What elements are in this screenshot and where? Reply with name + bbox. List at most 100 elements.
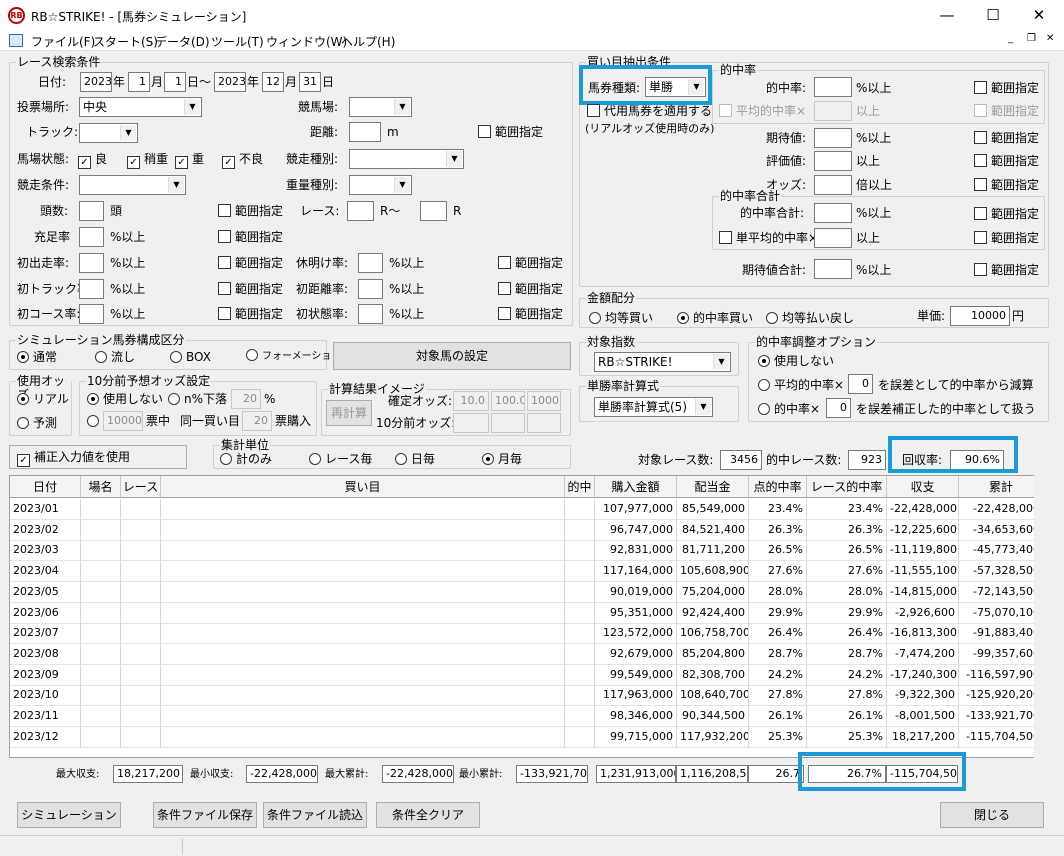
table-cell[interactable]: 26.3% <box>749 519 807 541</box>
fill-rate-field[interactable] <box>79 227 104 247</box>
table-cell[interactable]: 108,640,700 <box>677 685 749 707</box>
table-cell-empty[interactable] <box>121 602 161 624</box>
table-cell-empty[interactable] <box>161 561 565 583</box>
table-cell[interactable]: 117,164,000 <box>595 561 677 583</box>
table-cell-empty[interactable] <box>161 623 565 645</box>
single-avg-checkbox[interactable]: 単平均的中率× <box>719 230 818 246</box>
menu-help[interactable]: ヘルプ(H) <box>341 33 395 50</box>
table-cell[interactable]: 28.7% <box>749 643 807 665</box>
start-year-field[interactable]: 2023 <box>80 72 112 92</box>
table-cell-empty[interactable] <box>565 664 595 686</box>
table-cell[interactable]: -115,704,500 <box>959 727 1042 748</box>
table-cell[interactable]: -99,357,600 <box>959 644 1042 665</box>
table-cell[interactable]: 85,549,000 <box>677 499 749 520</box>
table-cell[interactable]: 29.9% <box>807 602 887 624</box>
table-cell[interactable]: 24.2% <box>749 664 807 686</box>
race-cond-select[interactable]: ▼ <box>79 175 186 195</box>
table-row-date[interactable]: 2023/12 <box>10 726 81 748</box>
odds10-n-field[interactable]: 20 <box>231 389 261 409</box>
table-cell[interactable]: -125,920,200 <box>959 685 1042 707</box>
rest-range-checkbox[interactable]: 範囲指定 <box>498 255 563 271</box>
table-cell[interactable]: 27.6% <box>749 561 807 583</box>
table-cell[interactable]: 90,344,500 <box>677 706 749 727</box>
table-cell[interactable]: 90,019,000 <box>595 581 677 603</box>
table-cell[interactable]: -116,597,900 <box>959 665 1042 686</box>
table-cell-empty[interactable] <box>81 540 121 562</box>
table-cell-empty[interactable] <box>565 519 595 541</box>
table-cell-empty[interactable] <box>121 499 161 520</box>
table-cell-empty[interactable] <box>161 540 565 562</box>
table-scrollbar[interactable] <box>1034 475 1050 758</box>
venue-select[interactable]: 中央 ▼ <box>79 97 202 117</box>
mdi-minimize-icon[interactable]: _ <box>1008 33 1013 44</box>
table-cell-empty[interactable] <box>565 726 595 748</box>
col-point-hit[interactable]: 点的中率 <box>749 476 807 498</box>
table-cell-empty[interactable] <box>121 685 161 707</box>
adjust-avg-radio[interactable]: 平均的中率× <box>758 377 844 393</box>
agg-month-radio[interactable]: 月毎 <box>482 451 522 467</box>
col-picks[interactable]: 買い目 <box>161 476 565 498</box>
table-cell[interactable]: 75,204,000 <box>677 581 749 603</box>
table-cell[interactable]: 92,424,400 <box>677 602 749 624</box>
table-cell[interactable]: -57,328,500 <box>959 561 1042 583</box>
table-cell[interactable]: -133,921,700 <box>959 706 1042 727</box>
table-cell[interactable]: -2,926,600 <box>887 602 959 624</box>
avg-hit-field[interactable] <box>814 101 852 121</box>
hit-sum-range-checkbox[interactable]: 範囲指定 <box>974 206 1039 222</box>
col-venue[interactable]: 場名 <box>81 476 121 498</box>
table-cell-empty[interactable] <box>565 602 595 624</box>
table-row-date[interactable]: 2023/10 <box>10 685 81 707</box>
table-cell[interactable]: -11,119,800 <box>887 540 959 562</box>
table-cell-empty[interactable] <box>161 664 565 686</box>
odds-range-checkbox[interactable]: 範囲指定 <box>974 177 1039 193</box>
table-cell[interactable]: 26.1% <box>807 706 887 727</box>
table-cell-empty[interactable] <box>565 643 595 665</box>
cond-heavy-checkbox[interactable]: ✓ 重 <box>175 151 204 169</box>
table-cell-empty[interactable] <box>565 581 595 603</box>
table-cell[interactable]: 92,831,000 <box>595 540 677 562</box>
mdi-restore-icon[interactable]: ❐ <box>1027 33 1036 44</box>
table-cell[interactable]: 23.4% <box>749 499 807 520</box>
table-cell-empty[interactable] <box>81 643 121 665</box>
table-cell[interactable]: -22,428,000 <box>887 499 959 520</box>
comp-box-radio[interactable]: BOX <box>170 349 211 365</box>
table-row-date[interactable]: 2023/04 <box>10 561 81 583</box>
expected-range-checkbox[interactable]: 範囲指定 <box>974 130 1039 146</box>
odds10-ndrop-radio[interactable]: n%下落 <box>168 391 227 407</box>
course-select[interactable]: ▼ <box>349 97 412 117</box>
eval-range-checkbox[interactable]: 範囲指定 <box>974 153 1039 169</box>
target-index-select[interactable]: RB☆STRIKE! ▼ <box>594 352 731 372</box>
odds10-buy-field[interactable]: 20 <box>242 411 272 431</box>
table-cell[interactable]: 26.5% <box>807 540 887 562</box>
table-cell-empty[interactable] <box>81 581 121 603</box>
table-cell[interactable]: 28.0% <box>749 581 807 603</box>
col-hit[interactable]: 的中 <box>565 476 595 498</box>
table-cell-empty[interactable] <box>121 706 161 727</box>
menu-tool[interactable]: ツール(T) <box>211 33 264 50</box>
table-cell-empty[interactable] <box>81 664 121 686</box>
race-type-select[interactable]: ▼ <box>349 149 464 169</box>
mdi-close-icon[interactable]: ✕ <box>1046 33 1054 44</box>
table-row-date[interactable]: 2023/11 <box>10 706 81 727</box>
simulation-button[interactable]: シミュレーション <box>17 802 121 828</box>
table-cell[interactable]: -45,773,400 <box>959 540 1042 562</box>
unit-price-field[interactable]: 10000 <box>950 306 1010 326</box>
agg-race-radio[interactable]: レース毎 <box>309 451 372 467</box>
table-cell[interactable]: 117,963,000 <box>595 685 677 707</box>
table-cell[interactable]: 106,758,700 <box>677 623 749 645</box>
table-cell[interactable]: 26.1% <box>749 706 807 727</box>
adjust-hit-field[interactable]: 0 <box>826 398 851 418</box>
table-cell-empty[interactable] <box>81 706 121 727</box>
clear-conditions-button[interactable]: 条件全クリア <box>376 802 480 828</box>
table-cell[interactable]: 26.3% <box>807 519 887 541</box>
table-cell[interactable]: 99,715,000 <box>595 726 677 748</box>
odds10-total-field[interactable]: 10000 <box>103 411 143 431</box>
agg-total-radio[interactable]: 計のみ <box>220 451 272 467</box>
table-cell-empty[interactable] <box>121 561 161 583</box>
target-horse-button[interactable]: 対象馬の設定 <box>333 342 571 370</box>
table-cell-empty[interactable] <box>81 519 121 541</box>
recalc-button[interactable]: 再計算 <box>326 400 372 426</box>
table-row-date[interactable]: 2023/08 <box>10 643 81 665</box>
table-cell-empty[interactable] <box>565 706 595 727</box>
first-dist-field[interactable] <box>358 279 383 299</box>
